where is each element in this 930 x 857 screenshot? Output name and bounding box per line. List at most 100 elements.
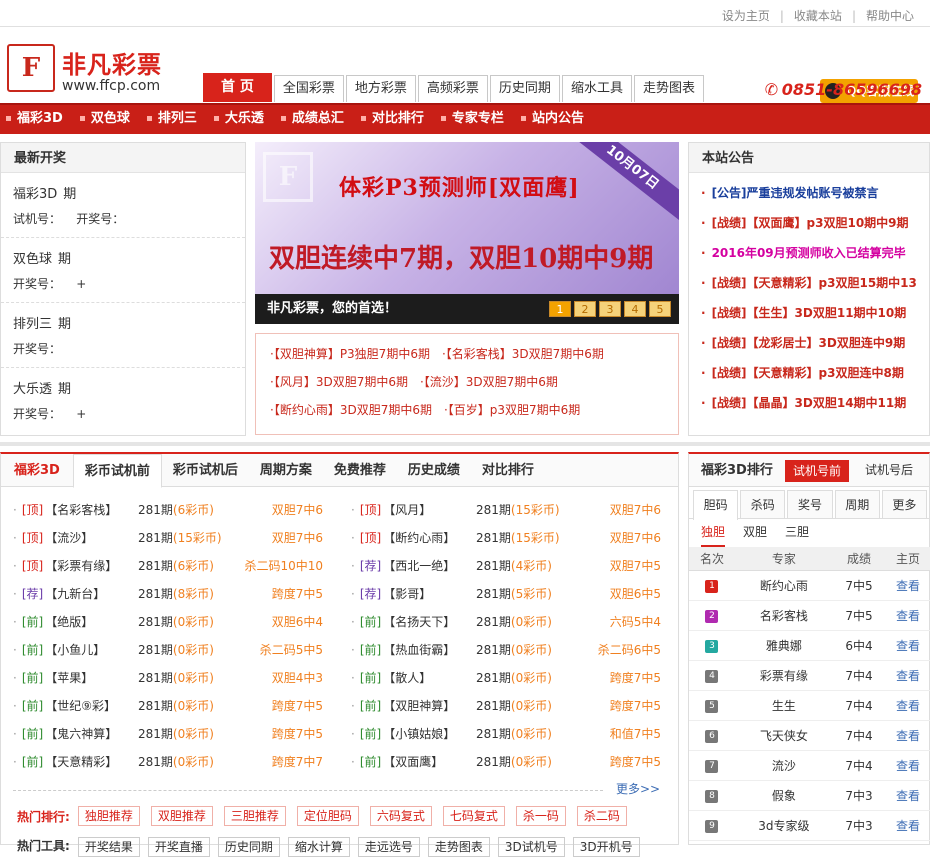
expert-name[interactable]: 【热血街霸】 <box>383 643 455 657</box>
prediction-tab[interactable]: 历史成绩 <box>397 454 471 486</box>
prediction-row[interactable]: · [荐] 【影哥】 281期(5彩币) 双胆6中5 <box>351 580 661 608</box>
brand-name[interactable]: 非凡彩票 <box>62 45 162 80</box>
bookmark-link[interactable]: 收藏本站 <box>794 9 842 23</box>
announcement-item[interactable]: · [战绩]【双面鹰】p3双胆10期中9期 <box>701 211 929 241</box>
banner-page-button[interactable]: 1 <box>549 301 571 317</box>
channel-tab[interactable]: 首 页 <box>203 73 272 102</box>
expert-name[interactable]: 名彩客栈 <box>734 600 833 631</box>
prediction-row[interactable]: · [前] 【双面鹰】 281期(0彩币) 跨度7中5 <box>351 748 661 776</box>
prediction-row[interactable]: · [顶] 【彩票有缘】 281期(6彩币) 杀二码10中10 <box>13 552 323 580</box>
tool-button[interactable]: 缩水计算 <box>287 837 350 857</box>
prediction-row[interactable]: · [荐] 【九新台】 281期(8彩币) 跨度7中5 <box>13 580 323 608</box>
view-link[interactable]: 查看 <box>885 750 930 781</box>
prediction-row[interactable]: · [顶] 【风月】 281期(15彩币) 双胆7中6 <box>351 496 661 524</box>
prediction-row[interactable]: · [前] 【小镇姑娘】 281期(0彩币) 和值7中5 <box>351 720 661 748</box>
channel-tab[interactable]: 高频彩票 <box>417 75 488 102</box>
featured-link[interactable]: ·【百岁】p3双胆7期中6期 <box>444 403 580 417</box>
prediction-row[interactable]: · [前] 【鬼六神算】 281期(0彩币) 跨度7中5 <box>13 720 323 748</box>
more-link[interactable]: 更多>> <box>616 780 660 797</box>
help-center-link[interactable]: 帮助中心 <box>866 9 914 23</box>
prediction-row[interactable]: · [前] 【绝版】 281期(0彩币) 双胆6中4 <box>13 608 323 636</box>
hot-ranking-button[interactable]: 双胆推荐 <box>150 806 213 826</box>
expert-name[interactable]: 彩票有缘 <box>734 660 833 691</box>
expert-name[interactable]: 【九新台】 <box>45 587 105 601</box>
expert-name[interactable]: 【西北一绝】 <box>383 559 455 573</box>
ranking-sub-tab[interactable]: 三胆 <box>785 519 809 547</box>
expert-name[interactable]: 【世纪⑨彩】 <box>45 699 116 713</box>
view-link[interactable]: 查看 <box>885 810 930 841</box>
channel-tab[interactable]: 历史同期 <box>489 75 560 102</box>
featured-link[interactable]: ·【风月】3D双胆7期中6期 <box>270 375 408 389</box>
view-link[interactable]: 查看 <box>885 600 930 631</box>
set-homepage-link[interactable]: 设为主页 <box>722 9 770 23</box>
channel-tab[interactable]: 缩水工具 <box>561 75 632 102</box>
logo-icon[interactable]: F <box>7 44 55 92</box>
hot-ranking-button[interactable]: 杀二码 <box>576 806 627 826</box>
view-link[interactable]: 查看 <box>885 660 930 691</box>
prediction-row[interactable]: · [前] 【天意精彩】 281期(0彩币) 跨度7中7 <box>13 748 323 776</box>
banner-page-button[interactable]: 4 <box>624 301 646 317</box>
nav-item[interactable]: 成绩总汇 <box>275 105 355 133</box>
channel-tab[interactable]: 全国彩票 <box>273 75 344 102</box>
nav-item[interactable]: 专家专栏 <box>435 105 515 133</box>
ranking-category-tab[interactable]: 周期 <box>834 490 880 518</box>
channel-tab[interactable]: 走势图表 <box>633 75 704 102</box>
expert-name[interactable]: 【双面鹰】 <box>383 755 443 769</box>
banner-page-button[interactable]: 3 <box>599 301 621 317</box>
prediction-tab[interactable]: 周期方案 <box>249 454 323 486</box>
channel-tab[interactable]: 地方彩票 <box>345 75 416 102</box>
prediction-row[interactable]: · [前] 【小鱼儿】 281期(0彩币) 杀二码5中5 <box>13 636 323 664</box>
expert-name[interactable]: 流沙 <box>734 750 833 781</box>
prediction-tab[interactable]: 对比排行 <box>471 454 545 486</box>
announcement-item[interactable]: · 2016年09月预测师收入已结算完毕 <box>701 241 929 271</box>
announcement-item[interactable]: · [公告]严重违规发帖账号被禁言 <box>701 181 929 211</box>
announcement-item[interactable]: · [战绩]【生生】3D双胆11期中10期 <box>701 301 929 331</box>
expert-name[interactable]: 【彩票有缘】 <box>45 559 117 573</box>
banner-page-button[interactable]: 5 <box>649 301 671 317</box>
featured-link[interactable]: ·【流沙】3D双胆7期中6期 <box>420 375 558 389</box>
hot-ranking-button[interactable]: 七码复式 <box>442 806 505 826</box>
nav-item[interactable]: 站内公告 <box>515 105 595 133</box>
ranking-category-tab[interactable]: 更多 <box>881 490 928 518</box>
ranking-category-tab[interactable]: 奖号 <box>787 490 833 518</box>
expert-name[interactable]: 假象 <box>734 780 833 811</box>
featured-link[interactable]: ·【名彩客栈】3D双胆7期中6期 <box>442 347 604 361</box>
prediction-row[interactable]: · [前] 【热血街霸】 281期(0彩币) 杀二码6中5 <box>351 636 661 664</box>
tool-button[interactable]: 历史同期 <box>217 837 280 857</box>
hot-ranking-button[interactable]: 杀一码 <box>515 806 566 826</box>
tab-after-test-number[interactable]: 试机号后 <box>865 454 913 487</box>
expert-name[interactable]: 【名扬天下】 <box>383 615 455 629</box>
announcement-item[interactable]: · [战绩]【龙彩居士】3D双胆连中9期 <box>701 331 929 361</box>
tab-before-test-number[interactable]: 试机号前 <box>785 460 850 482</box>
hot-ranking-button[interactable]: 独胆推荐 <box>77 806 140 826</box>
nav-item[interactable]: 大乐透 <box>208 105 275 133</box>
prediction-row[interactable]: · [前] 【苹果】 281期(0彩币) 双胆4中3 <box>13 664 323 692</box>
tool-button[interactable]: 开奖结果 <box>77 837 140 857</box>
tool-button[interactable]: 3D开机号 <box>572 837 640 857</box>
expert-name[interactable]: 【双胆神算】 <box>383 699 455 713</box>
ranking-category-tab[interactable]: 胆码 <box>693 490 739 520</box>
expert-name[interactable]: 【小鱼儿】 <box>45 643 105 657</box>
expert-name[interactable]: 【断约心雨】 <box>383 531 455 545</box>
lottery-name[interactable]: 大乐透期 <box>13 378 233 397</box>
prediction-row[interactable]: · [顶] 【名彩客栈】 281期(6彩币) 双胆7中6 <box>13 496 323 524</box>
expert-name[interactable]: 【天意精彩】 <box>45 755 117 769</box>
expert-name[interactable]: 断约心雨 <box>734 570 833 601</box>
featured-link[interactable]: ·【断约心雨】3D双胆7期中6期 <box>270 403 432 417</box>
view-link[interactable]: 查看 <box>885 570 930 601</box>
expert-name[interactable]: 【鬼六神算】 <box>45 727 117 741</box>
ranking-sub-tab[interactable]: 双胆 <box>743 519 767 547</box>
banner-page-button[interactable]: 2 <box>574 301 596 317</box>
prediction-row[interactable]: · [荐] 【西北一绝】 281期(4彩币) 双胆7中5 <box>351 552 661 580</box>
tool-button[interactable]: 3D试机号 <box>497 837 565 857</box>
expert-name[interactable]: 【影哥】 <box>383 587 431 601</box>
prediction-tab[interactable]: 福彩3D <box>1 454 73 486</box>
announcement-item[interactable]: · [战绩]【晶晶】3D双胆14期中11期 <box>701 391 929 421</box>
prediction-row[interactable]: · [顶] 【断约心雨】 281期(15彩币) 双胆7中6 <box>351 524 661 552</box>
nav-item[interactable]: 排列三 <box>141 105 208 133</box>
prediction-row[interactable]: · [前] 【散人】 281期(0彩币) 跨度7中5 <box>351 664 661 692</box>
view-link[interactable]: 查看 <box>885 780 930 811</box>
expert-name[interactable]: 【风月】 <box>383 503 431 517</box>
view-link[interactable]: 查看 <box>885 630 930 661</box>
tool-button[interactable]: 开奖直播 <box>147 837 210 857</box>
